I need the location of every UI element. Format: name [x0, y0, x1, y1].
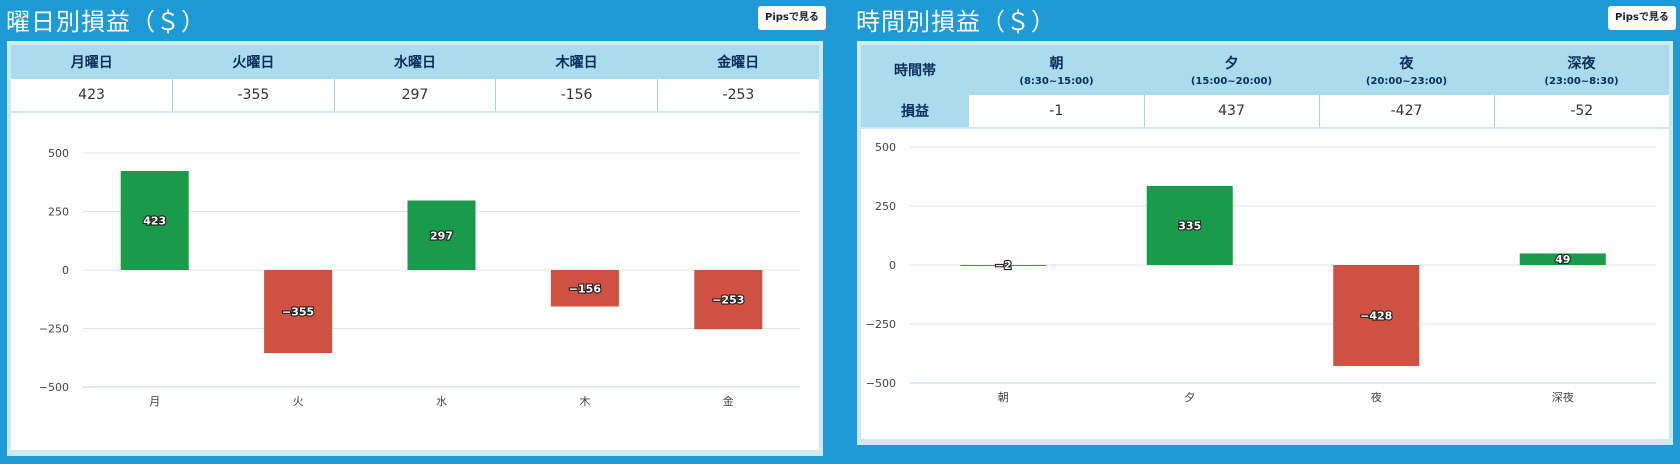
- timeslot-x-tick-label: 夜: [1371, 390, 1382, 404]
- timeslot-bar-label: 335: [1178, 219, 1201, 232]
- weekday-y-tick-label: 0: [62, 264, 69, 277]
- weekday-x-tick-label: 月: [149, 395, 160, 408]
- timeslot-header-latenight-range: (23:00~8:30): [1544, 76, 1619, 87]
- weekday-header-wed: 水曜日: [334, 45, 496, 79]
- timeslot-y-tick-label: −250: [866, 318, 896, 331]
- timeslot-pips-button[interactable]: Pipsで見る: [1608, 6, 1676, 30]
- timeslot-header-morning-name: 朝: [1049, 56, 1064, 72]
- weekday-card: 月曜日 火曜日 水曜日 木曜日 金曜日 423 -355 297 -156 -2…: [7, 41, 823, 456]
- timeslot-x-tick-label: 朝: [998, 391, 1009, 404]
- weekday-header-thu: 木曜日: [495, 45, 658, 79]
- timeslot-x-tick-label: 深夜: [1552, 390, 1574, 404]
- timeslot-header-night-name: 夜: [1399, 56, 1414, 72]
- timeslot-header-morning-range: (8:30~15:00): [1019, 76, 1094, 87]
- timeslot-bar-label: −2: [995, 259, 1012, 272]
- weekday-summary-table: 月曜日 火曜日 水曜日 木曜日 金曜日 423 -355 297 -156 -2…: [11, 45, 819, 111]
- timeslot-value-latenight: -52: [1493, 95, 1669, 127]
- timeslot-header-evening-name: 夕: [1224, 56, 1239, 72]
- timeslot-value-header: 損益: [861, 95, 969, 127]
- timeslot-value-morning: -1: [969, 95, 1144, 127]
- weekday-chart: 500 250 0 −250 −500 423 月 −355 火 297 水 −156 木 −253 金: [11, 113, 819, 450]
- timeslot-header-evening-range: (15:00~20:00): [1190, 76, 1273, 87]
- timeslot-x-tick-label: 夕: [1184, 391, 1195, 404]
- weekday-value-wed: 297: [333, 79, 496, 111]
- timeslot-y-tick-label: 250: [875, 200, 896, 213]
- weekday-bar-label: −253: [712, 294, 744, 307]
- weekday-value-mon: 423: [11, 79, 173, 111]
- weekday-value-tue: -355: [172, 79, 335, 111]
- weekday-header-mon: 月曜日: [11, 45, 173, 79]
- weekday-y-tick-label: −250: [39, 323, 69, 336]
- timeslot-y-tick-label: 0: [889, 259, 896, 272]
- weekday-x-tick-label: 金: [723, 394, 734, 408]
- weekday-bar-label: 297: [430, 229, 453, 242]
- weekday-y-tick-label: 250: [48, 206, 69, 219]
- weekday-x-tick-label: 火: [293, 395, 304, 408]
- timeslot-header-latenight-name: 深夜: [1567, 56, 1596, 72]
- weekday-y-tick-label: 500: [48, 147, 69, 160]
- weekday-bar-label: −156: [569, 282, 602, 295]
- weekday-value-fri: -253: [656, 79, 819, 111]
- weekday-value-thu: -156: [495, 79, 658, 111]
- timeslot-value-night: -427: [1318, 95, 1494, 127]
- weekday-x-tick-label: 水: [436, 395, 447, 408]
- timeslot-header-latenight: 深夜 (23:00~8:30): [1494, 45, 1669, 95]
- weekday-bar-label: 423: [143, 215, 166, 228]
- timeslot-header-morning: 朝 (8:30~15:00): [969, 45, 1144, 95]
- weekday-x-tick-label: 木: [579, 395, 590, 408]
- timeslot-y-tick-label: 500: [875, 141, 896, 154]
- weekday-header-tue: 火曜日: [172, 45, 335, 79]
- timeslot-bar-label: 49: [1555, 253, 1570, 266]
- timeslot-chart: 500 250 0 −250 −500 −2 朝 335 夕 −428 夜 49 深夜: [861, 129, 1669, 439]
- weekday-bar-chart: 500 250 0 −250 −500 423 月 −355 火 297 水 −156 木 −253 金: [39, 147, 800, 408]
- weekday-header-fri: 金曜日: [657, 45, 819, 79]
- timeslot-panel-title: 時間別損益（＄）: [856, 8, 1056, 36]
- weekday-y-tick-label: −500: [39, 381, 69, 394]
- timeslot-card: 時間帯 朝 (8:30~15:00) 夕 (15:00~20:00) 夜 (20:00…: [857, 41, 1673, 445]
- timeslot-value-evening: 437: [1143, 95, 1319, 127]
- timeslot-y-tick-label: −500: [866, 377, 896, 390]
- weekday-panel-title: 曜日別損益（＄）: [6, 8, 206, 36]
- timeslot-row-header: 時間帯: [861, 45, 969, 95]
- timeslot-header-night: 夜 (20:00~23:00): [1319, 45, 1494, 95]
- timeslot-bar-chart: 500 250 0 −250 −500 −2 朝 335 夕 −428 夜 49 深夜: [866, 141, 1656, 404]
- timeslot-header-night-range: (20:00~23:00): [1365, 76, 1448, 87]
- timeslot-summary-table: 時間帯 朝 (8:30~15:00) 夕 (15:00~20:00) 夜 (20:00…: [861, 45, 1669, 127]
- timeslot-bar-label: −428: [1360, 310, 1392, 323]
- weekday-pips-button[interactable]: Pipsで見る: [758, 6, 826, 30]
- weekday-bar-label: −355: [282, 306, 314, 319]
- timeslot-header-evening: 夕 (15:00~20:00): [1144, 45, 1319, 95]
